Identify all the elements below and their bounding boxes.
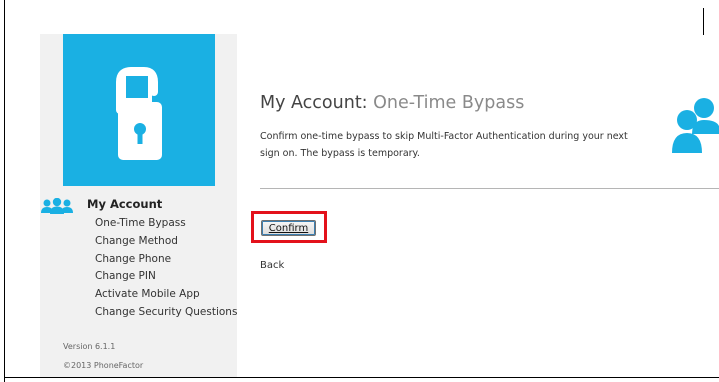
menu-item-one-time-bypass[interactable]: One-Time Bypass bbox=[95, 215, 237, 233]
phonefactor-logo bbox=[63, 34, 215, 186]
content-divider bbox=[260, 188, 719, 189]
menu-item-change-security-questions[interactable]: Change Security Questions bbox=[95, 304, 237, 322]
phone-padlock-icon bbox=[116, 67, 162, 160]
back-link[interactable]: Back bbox=[260, 260, 284, 271]
page-title: My Account: One-Time Bypass bbox=[260, 93, 524, 113]
page-title-subtitle: One-Time Bypass bbox=[373, 93, 525, 113]
menu-item-activate-mobile-app[interactable]: Activate Mobile App bbox=[95, 286, 237, 304]
frame-right-border bbox=[703, 8, 704, 35]
bypass-description: Confirm one-time bypass to skip Multi-Fa… bbox=[260, 131, 628, 159]
version-text: Version 6.1.1 bbox=[63, 342, 116, 351]
account-menu: One-Time Bypass Change Method Change Pho… bbox=[95, 215, 237, 322]
menu-item-change-phone[interactable]: Change Phone bbox=[95, 251, 237, 269]
menu-item-change-pin[interactable]: Change PIN bbox=[95, 268, 237, 286]
header-users-icon bbox=[672, 98, 719, 157]
my-account-users-icon bbox=[41, 197, 73, 218]
my-account-heading: My Account bbox=[87, 197, 163, 211]
confirm-button[interactable]: Confirm bbox=[261, 220, 316, 236]
frame-left-border bbox=[4, 0, 5, 382]
copyright-text: ©2013 PhoneFactor bbox=[63, 361, 144, 370]
frame-bottom-border bbox=[4, 377, 719, 378]
menu-item-change-method[interactable]: Change Method bbox=[95, 233, 237, 251]
page-title-main: My Account: bbox=[260, 93, 368, 113]
